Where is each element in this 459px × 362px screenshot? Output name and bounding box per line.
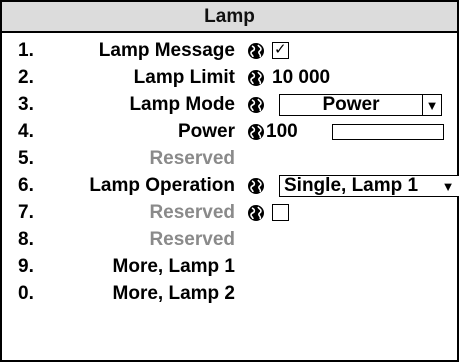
globe-icon [248,43,264,59]
menu-title: Lamp [2,2,457,33]
globe-icon [248,124,264,140]
lamp-operation-dropdown[interactable]: Single, Lamp 1 ▼ [279,175,459,197]
globe-icon [248,70,264,86]
lamp-menu: Lamp 1. Lamp Message ✓ 2. Lamp Limit 10 … [0,0,459,362]
item-label: Reserved [149,229,235,250]
lamp-mode-selected: Power [322,94,380,115]
menu-item-lamp-limit[interactable]: 2. Lamp Limit 10 000 [2,64,457,92]
reserved-checkbox[interactable] [272,204,289,221]
menu-item-power[interactable]: 4. Power 100 [2,118,457,146]
globe-icon [248,178,264,194]
item-number: 3. [18,94,34,115]
menu-item-more-lamp-2[interactable]: 0. More, Lamp 2 [2,280,457,308]
item-number: 1. [18,40,34,61]
item-label: Power [177,121,235,142]
item-number: 5. [18,148,34,169]
menu-item-lamp-operation[interactable]: 6. Lamp Operation Single, Lamp 1 ▼ [2,172,459,200]
item-label: Lamp Message [98,40,235,61]
dropdown-arrow-icon[interactable]: ▼ [439,179,457,194]
menu-item-more-lamp-1[interactable]: 9. More, Lamp 1 [2,253,457,281]
item-label: More, Lamp 1 [112,256,235,277]
dropdown-arrow-icon[interactable]: ▼ [422,95,441,115]
item-number: 8. [18,229,34,250]
item-label: More, Lamp 2 [112,283,235,304]
item-label: Reserved [149,148,235,169]
menu-item-reserved-7[interactable]: 7. Reserved [2,199,457,227]
item-label: Lamp Operation [89,175,235,196]
lamp-message-checkbox[interactable]: ✓ [272,41,289,59]
item-number: 7. [18,202,34,223]
item-number: 2. [18,67,34,88]
item-number: 0. [18,283,34,304]
lamp-mode-dropdown[interactable]: Power ▼ [279,94,442,116]
power-value: 100 [266,121,298,142]
item-number: 9. [18,256,34,277]
menu-item-lamp-message[interactable]: 1. Lamp Message ✓ [2,37,457,65]
check-mark-icon: ✓ [274,41,287,58]
item-label: Lamp Mode [129,94,235,115]
menu-item-lamp-mode[interactable]: 3. Lamp Mode Power ▼ [2,91,457,119]
globe-icon [248,205,264,221]
lamp-limit-value: 10 000 [272,67,331,88]
item-number: 6. [18,175,34,196]
globe-icon [248,97,264,113]
menu-item-reserved-8: 8. Reserved [2,226,457,254]
item-label: Reserved [149,202,235,223]
item-label: Lamp Limit [133,67,235,88]
menu-item-reserved-5: 5. Reserved [2,145,457,173]
lamp-operation-selected: Single, Lamp 1 [284,175,419,196]
menu-title-text: Lamp [204,5,255,27]
item-number: 4. [18,121,34,142]
power-slider[interactable] [332,124,444,140]
